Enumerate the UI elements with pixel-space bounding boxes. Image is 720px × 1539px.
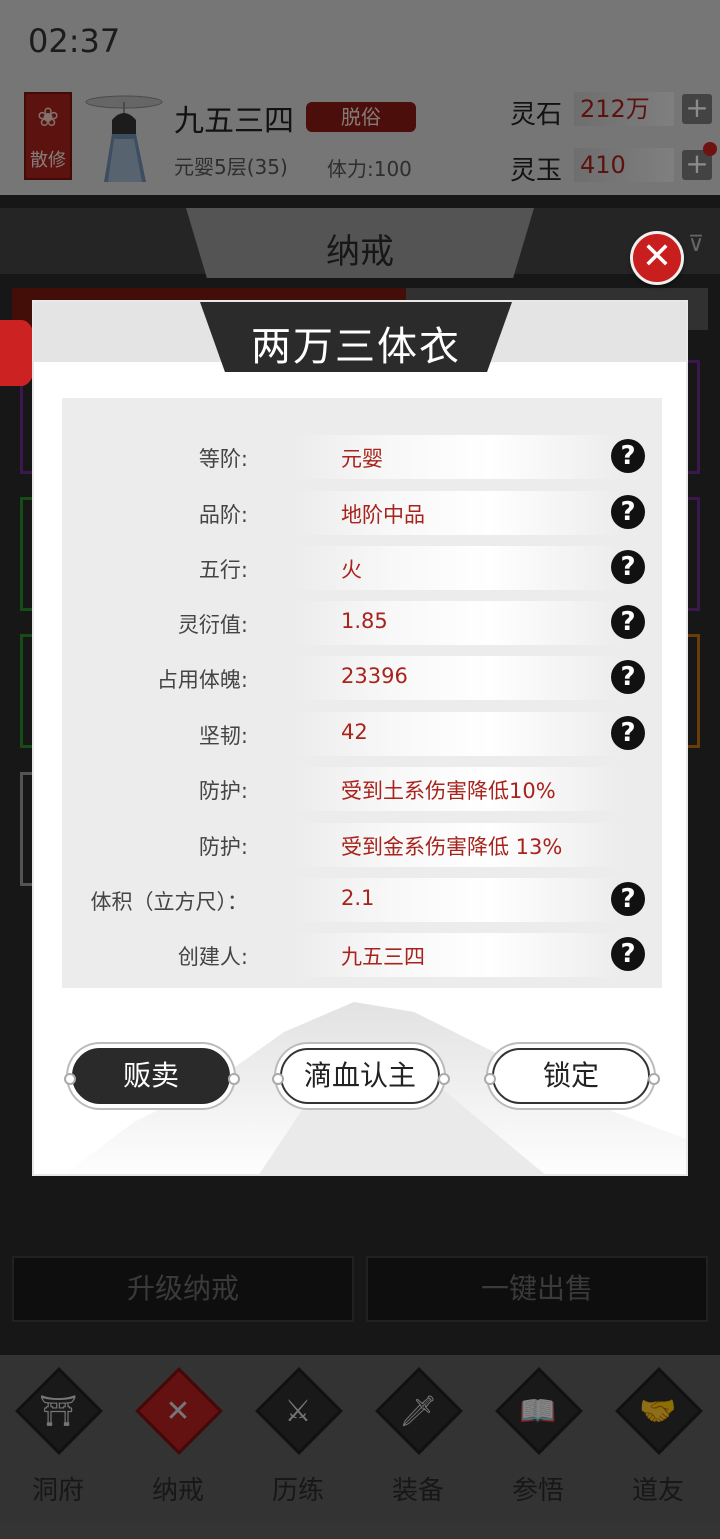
attr-row: 创建人: 九五三四 ? [62,928,662,982]
attr-row: 品阶: 地阶中品 ? [62,486,662,540]
attr-value: 1.85 [341,609,388,633]
attr-key: 坚韧: [198,724,248,748]
attr-row: 等阶: 元婴 ? [62,430,662,484]
attr-value: 火 [341,558,362,582]
help-icon[interactable]: ? [611,605,645,639]
item-detail-dialog: 两万三体衣 等阶: 元婴 ? 品阶: 地阶中品 ? 五行: 火 ? 灵衍值: 1… [32,300,688,1176]
dialog-title-banner: 两万三体衣 [200,302,512,372]
attr-key: 等阶: [198,447,248,471]
attr-key: 五行: [198,558,248,582]
attr-value: 元婴 [341,447,383,471]
attr-value: 23396 [341,664,408,688]
attr-key: 体积（立方尺）： [90,890,249,914]
attr-key: 灵衍值: [177,613,248,637]
blood-bind-button[interactable]: 滴血认主 [280,1048,440,1104]
attr-key: 占用体魄: [156,668,248,692]
attr-row: 坚韧: 42 ? [62,707,662,761]
gem-icon [0,320,36,386]
attr-key: 创建人: [177,945,248,969]
attr-value: 受到金系伤害降低 13% [341,835,563,859]
help-icon[interactable]: ? [611,495,645,529]
attr-key: 防护: [198,835,248,859]
attr-value: 42 [341,720,368,744]
lock-button[interactable]: 锁定 [492,1048,650,1104]
attr-value: 2.1 [341,886,375,910]
attr-value: 受到土系伤害降低10% [341,779,556,803]
attr-value: 地阶中品 [341,503,425,527]
item-name: 两万三体衣 [251,324,461,370]
attr-row: 体积（立方尺）： 2.1 ? [62,873,662,927]
help-icon[interactable]: ? [611,716,645,750]
attr-row: 防护: 受到金系伤害降低 13% [62,818,662,872]
sell-button[interactable]: 贩卖 [72,1048,230,1104]
help-icon[interactable]: ? [611,882,645,916]
help-icon[interactable]: ? [611,550,645,584]
attr-key: 防护: [198,779,248,803]
help-icon[interactable]: ? [611,439,645,473]
help-icon[interactable]: ? [611,937,645,971]
attr-row: 防护: 受到土系伤害降低10% [62,762,662,816]
attr-value: 九五三四 [341,945,425,969]
attr-key: 品阶: [198,503,248,527]
attr-row: 五行: 火 ? [62,541,662,595]
attribute-panel: 等阶: 元婴 ? 品阶: 地阶中品 ? 五行: 火 ? 灵衍值: 1.85 ? … [62,398,662,988]
close-icon[interactable]: ✕ [630,231,684,285]
attr-row: 灵衍值: 1.85 ? [62,596,662,650]
help-icon[interactable]: ? [611,660,645,694]
attr-row: 占用体魄: 23396 ? [62,651,662,705]
